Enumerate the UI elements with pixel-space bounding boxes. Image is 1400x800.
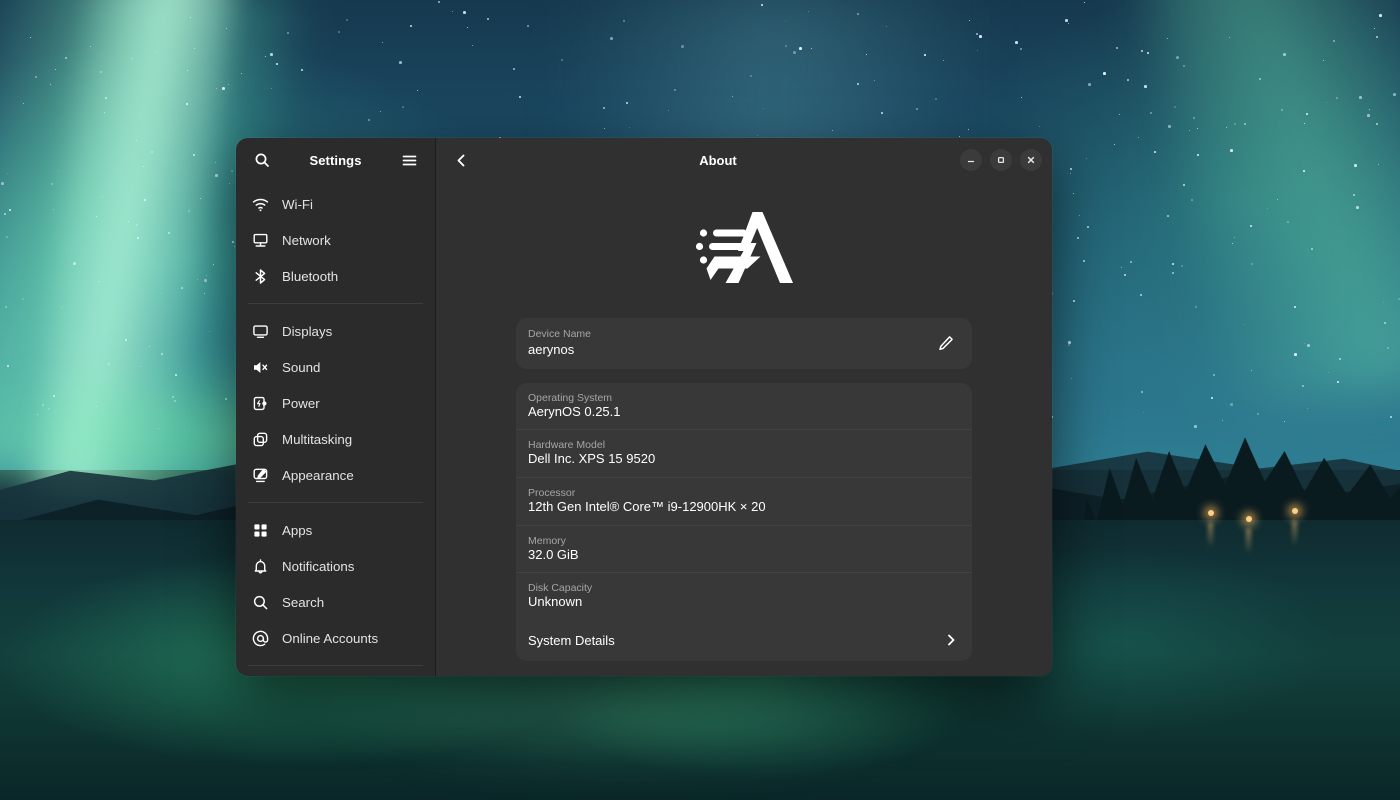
sidebar-separator (248, 502, 423, 503)
sidebar-item-bluetooth[interactable]: Bluetooth (242, 258, 429, 294)
sidebar-item-online-accounts[interactable]: Online Accounts (242, 620, 429, 656)
sidebar-item-displays[interactable]: Displays (242, 313, 429, 349)
sidebar-item-label: Multitasking (282, 432, 352, 447)
sidebar-item-mouse-touchpad[interactable]: Mouse & Touchpad (242, 675, 429, 676)
window-controls (960, 149, 1042, 171)
info-row: Hardware ModelDell Inc. XPS 15 9520 (516, 430, 972, 478)
sidebar-item-network[interactable]: Network (242, 222, 429, 258)
info-row-value: Unknown (528, 594, 958, 610)
sidebar-item-power[interactable]: Power (242, 385, 429, 421)
info-row-value: Dell Inc. XPS 15 9520 (528, 451, 958, 467)
system-info-card: Operating SystemAerynOS 0.25.1Hardware M… (516, 383, 972, 661)
network-icon (252, 232, 269, 249)
close-button[interactable] (1020, 149, 1042, 171)
sidebar-item-label: Apps (282, 523, 312, 538)
sidebar-item-label: Displays (282, 324, 332, 339)
wifi-icon (252, 196, 269, 213)
sidebar-item-label: Notifications (282, 559, 354, 574)
minimize-button[interactable] (960, 149, 982, 171)
info-row-label: Operating System (528, 392, 958, 404)
sidebar-item-label: Bluetooth (282, 269, 338, 284)
device-name-row[interactable]: Device Name aerynos (516, 318, 972, 369)
apps-icon (252, 522, 269, 539)
info-row-label: Memory (528, 535, 958, 547)
desktop: Settings Wi-Fi Network Bluetooth Displays So… (0, 0, 1400, 800)
page-title: About (476, 153, 960, 168)
pencil-edit-icon[interactable] (934, 331, 958, 355)
hamburger-menu-icon[interactable] (395, 146, 423, 174)
info-row: Memory32.0 GiB (516, 526, 972, 574)
aerynos-logo (679, 204, 809, 292)
device-name-label: Device Name (528, 328, 934, 340)
info-row-value: AerynOS 0.25.1 (528, 404, 958, 420)
sidebar-title: Settings (276, 153, 395, 168)
info-row: Processor12th Gen Intel® Core™ i9-12900H… (516, 478, 972, 526)
sidebar-item-label: Online Accounts (282, 631, 378, 646)
sidebar-item-search[interactable]: Search (242, 584, 429, 620)
sidebar-item-notifications[interactable]: Notifications (242, 548, 429, 584)
bell-icon (252, 558, 269, 575)
search-icon (252, 594, 269, 611)
sidebar-item-label: Search (282, 595, 324, 610)
sound-icon (252, 359, 269, 376)
sidebar-item-multitasking[interactable]: Multitasking (242, 421, 429, 457)
sidebar-item-list: Wi-Fi Network Bluetooth Displays Sound Power M… (236, 182, 435, 676)
sidebar-item-label: Sound (282, 360, 320, 375)
content-header: About (436, 138, 1052, 182)
device-name-card: Device Name aerynos (516, 318, 972, 369)
power-icon (252, 395, 269, 412)
appearance-icon (252, 467, 269, 484)
settings-content: About (436, 138, 1052, 676)
chevron-right-icon (944, 633, 958, 647)
info-row-value: 32.0 GiB (528, 547, 958, 563)
sidebar-item-sound[interactable]: Sound (242, 349, 429, 385)
search-icon[interactable] (248, 146, 276, 174)
bluetooth-icon (252, 268, 269, 285)
info-row: Operating SystemAerynOS 0.25.1 (516, 383, 972, 431)
info-row-value: 12th Gen Intel® Core™ i9-12900HK × 20 (528, 499, 958, 515)
sidebar-item-appearance[interactable]: Appearance (242, 457, 429, 493)
sidebar-header: Settings (236, 138, 435, 182)
system-info-rows: Operating SystemAerynOS 0.25.1Hardware M… (516, 383, 972, 620)
sidebar-item-apps[interactable]: Apps (242, 512, 429, 548)
multitasking-icon (252, 431, 269, 448)
sidebar-item-label: Appearance (282, 468, 354, 483)
info-row-label: Hardware Model (528, 439, 958, 451)
sidebar-item-label: Wi-Fi (282, 197, 313, 212)
display-icon (252, 323, 269, 340)
info-row-label: Processor (528, 487, 958, 499)
sidebar-separator (248, 303, 423, 304)
settings-window: Settings Wi-Fi Network Bluetooth Displays So… (236, 138, 1052, 676)
device-name-value: aerynos (528, 342, 934, 358)
system-details-row[interactable]: System Details (516, 620, 972, 661)
at-sign-icon (252, 630, 269, 647)
sidebar-separator (248, 665, 423, 666)
sidebar-item-label: Power (282, 396, 320, 411)
about-body: Device Name aerynos Operating SystemAery… (436, 182, 1052, 676)
back-button[interactable] (446, 145, 476, 175)
info-row-label: Disk Capacity (528, 582, 958, 594)
info-row: Disk CapacityUnknown (516, 573, 972, 620)
maximize-button[interactable] (990, 149, 1012, 171)
settings-sidebar: Settings Wi-Fi Network Bluetooth Displays So… (236, 138, 436, 676)
shore-lights (1180, 498, 1400, 538)
sidebar-item-wi-fi[interactable]: Wi-Fi (242, 186, 429, 222)
sidebar-item-label: Network (282, 233, 331, 248)
system-details-label: System Details (528, 633, 944, 648)
